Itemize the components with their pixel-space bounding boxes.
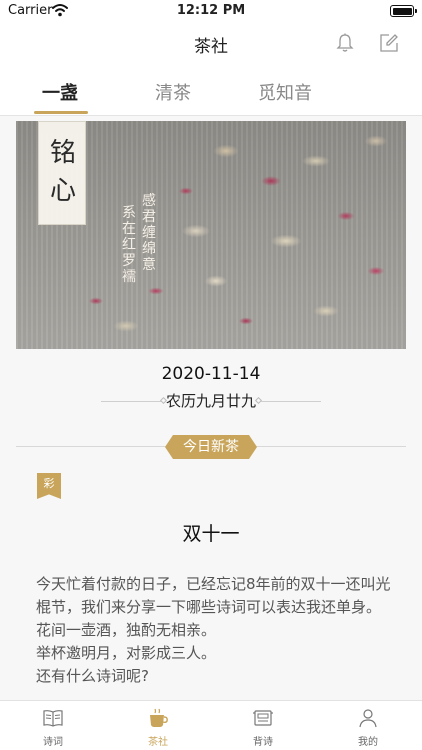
tab-yizhan[interactable]: 一盏: [42, 79, 78, 105]
content-scroll[interactable]: 铭心 感君缠绵意 系在红罗襦 2020-11-14 农历九月廿九 今日新茶 彩 …: [0, 117, 422, 700]
article-paragraph: 今天忙着付款的日子，已经忘记8年前的双十一还叫光棍节，我们来分享一下哪些诗词可以…: [36, 575, 391, 616]
article-paragraph: 举杯邀明月，对影成三人。: [36, 644, 217, 662]
page-title: 茶社: [194, 37, 228, 57]
bottom-tab-shici[interactable]: 诗词: [23, 707, 83, 748]
battery-icon: [390, 5, 417, 17]
top-tabs: 一盏 清茶 觅知音: [0, 66, 422, 116]
decor-line: [261, 401, 321, 402]
tea-cup-icon: [150, 708, 168, 727]
nav-bar: 茶社: [0, 22, 422, 66]
bottom-tab-label: 茶社: [148, 737, 168, 748]
active-tab-indicator: [34, 111, 88, 114]
banner-title-card: 铭心: [38, 121, 86, 225]
bottom-tab-label: 诗词: [43, 737, 63, 748]
bottom-tab-beishi[interactable]: 背诗: [233, 707, 293, 748]
bottom-tab-bar: 诗词 茶社 背诗 我的: [0, 700, 422, 750]
edit-icon[interactable]: [378, 32, 400, 54]
article-paragraph: 还有什么诗词呢?: [36, 667, 149, 685]
today-badge: 今日新茶: [165, 435, 257, 459]
bell-icon[interactable]: [334, 32, 356, 54]
tab-qingcha[interactable]: 清茶: [155, 79, 191, 105]
bottom-tab-chashe[interactable]: 茶社: [128, 707, 188, 748]
scroll-icon: [253, 710, 273, 726]
category-tag: 彩: [37, 473, 61, 499]
bottom-tab-label: 我的: [358, 737, 378, 748]
book-icon: [43, 710, 63, 727]
article-paragraph: 花间一壶酒，独酌无相亲。: [36, 621, 217, 639]
status-bar: Carrier 12:12 PM: [0, 0, 422, 22]
banner-verse-line: 系在红罗襦: [122, 205, 136, 285]
user-icon: [359, 709, 377, 728]
tab-mizhiyin[interactable]: 觅知音: [258, 79, 312, 105]
status-time: 12:12 PM: [176, 3, 246, 18]
bottom-tab-wode[interactable]: 我的: [338, 707, 398, 748]
date-label: 2020-11-14: [161, 364, 261, 384]
banner-title: 铭心: [49, 138, 76, 206]
banner-verse-line: 感君缠绵意: [142, 193, 156, 273]
article-body: 今天忙着付款的日子，已经忘记8年前的双十一还叫光棍节，我们来分享一下哪些诗词可以…: [36, 573, 396, 688]
bottom-tab-label: 背诗: [253, 737, 273, 748]
lunar-date-label: 农历九月廿九: [165, 392, 256, 410]
banner-image[interactable]: 铭心 感君缠绵意 系在红罗襦: [16, 121, 406, 349]
article-title[interactable]: 双十一: [0, 519, 422, 546]
lunar-date-row: 农历九月廿九: [0, 389, 422, 413]
today-divider: 今日新茶: [0, 433, 422, 459]
